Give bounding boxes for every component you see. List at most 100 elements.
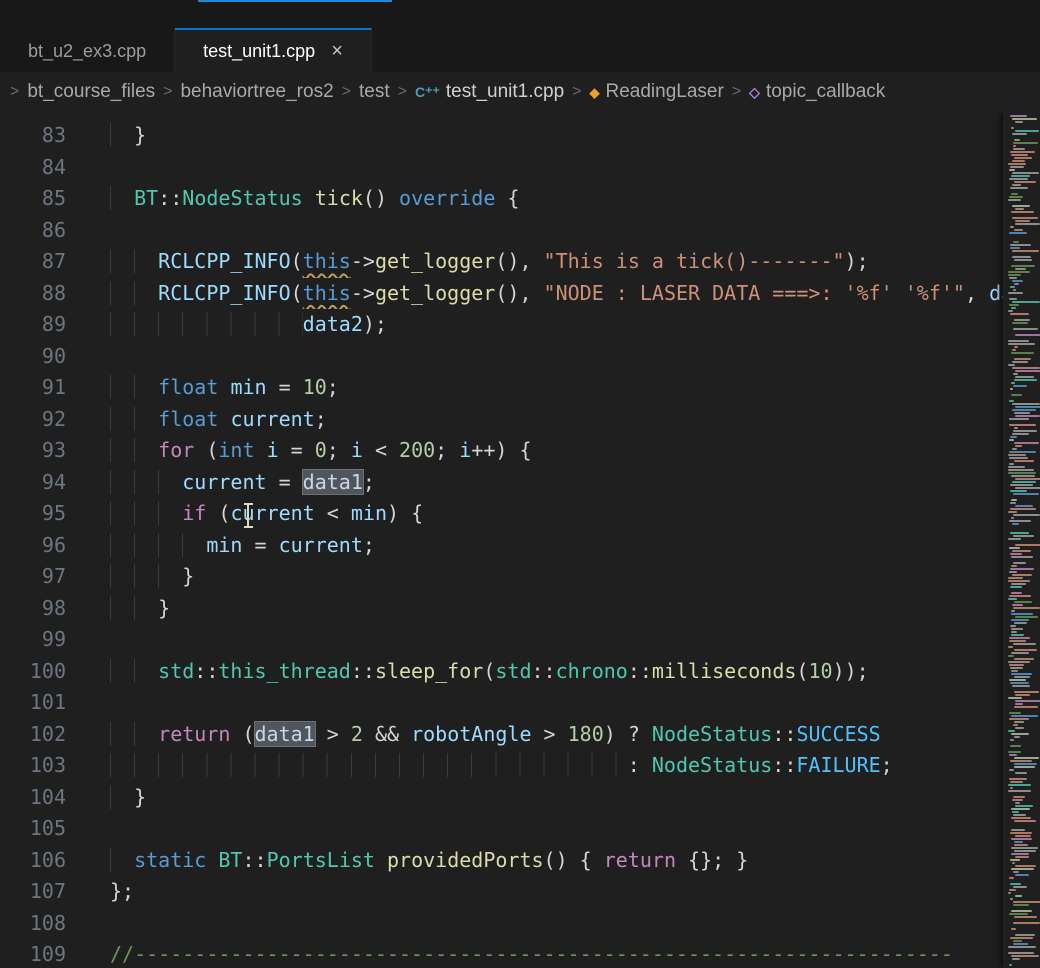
breadcrumb-item-readinglaser[interactable]: ◆ ReadingLaser (590, 81, 724, 103)
code-text: std::this_thread::sleep_for(std::chrono:… (66, 656, 1040, 688)
code-line[interactable]: 87 RCLCPP_INFO(this->get_logger(), "This… (0, 246, 1040, 278)
chevron-right-icon: > (10, 83, 19, 101)
code-text: data2); (66, 309, 1040, 341)
line-number: 91 (0, 372, 66, 404)
code-line[interactable]: 99 (0, 624, 1040, 656)
tab-bt-u2-ex3[interactable]: bt_u2_ex3.cpp (0, 28, 175, 72)
editor[interactable]: 83 }8485 BT::NodeStatus tick() override … (0, 112, 1040, 968)
code-text: static BT::PortsList providedPorts() { r… (66, 845, 1040, 877)
code-text: BT::NodeStatus tick() override { (66, 183, 1040, 215)
text-cursor-pointer (243, 502, 254, 529)
line-number: 94 (0, 467, 66, 499)
code-line[interactable]: 89 data2); (0, 309, 1040, 341)
breadcrumb-item-bt-course-files[interactable]: bt_course_files (27, 81, 155, 103)
code-text (66, 152, 1040, 184)
code-line[interactable]: 88 RCLCPP_INFO(this->get_logger(), "NODE… (0, 278, 1040, 310)
code-text: min = current; (66, 530, 1040, 562)
cpp-file-icon: C⁺⁺ (415, 85, 440, 99)
tab-label: test_unit1.cpp (203, 41, 315, 62)
line-number: 83 (0, 120, 66, 152)
code-text (66, 813, 1040, 845)
breadcrumb-label: topic_callback (766, 81, 885, 103)
code-line[interactable]: 83 } (0, 120, 1040, 152)
code-line[interactable]: 92 float current; (0, 404, 1040, 436)
line-number: 103 (0, 750, 66, 782)
code-line[interactable]: 85 BT::NodeStatus tick() override { (0, 183, 1040, 215)
code-line[interactable]: 107}; (0, 876, 1040, 908)
line-number: 106 (0, 845, 66, 877)
code-line[interactable]: 101 (0, 687, 1040, 719)
code-text: current = data1; (66, 467, 1040, 499)
breadcrumb: > bt_course_files > behaviortree_ros2 > … (0, 72, 1040, 112)
line-number: 108 (0, 908, 66, 940)
code-text (66, 624, 1040, 656)
breadcrumb-item-test[interactable]: test (359, 81, 390, 103)
chevron-right-icon: > (163, 83, 172, 101)
code-line[interactable]: 102 return (data1 > 2 && robotAngle > 18… (0, 719, 1040, 751)
code-text: //--------------------------------------… (66, 939, 1040, 968)
breadcrumb-label: behaviortree_ros2 (180, 81, 333, 103)
code-text (66, 215, 1040, 247)
line-number: 102 (0, 719, 66, 751)
code-line[interactable]: 109//-----------------------------------… (0, 939, 1040, 968)
code-line[interactable]: 97 } (0, 561, 1040, 593)
chevron-right-icon: > (398, 83, 407, 101)
code-text: for (int i = 0; i < 200; i++) { (66, 435, 1040, 467)
code-line[interactable]: 91 float min = 10; (0, 372, 1040, 404)
code-text: return (data1 > 2 && robotAngle > 180) ?… (66, 719, 1040, 751)
code-line[interactable]: 106 static BT::PortsList providedPorts()… (0, 845, 1040, 877)
line-number: 93 (0, 435, 66, 467)
code-text: } (66, 782, 1040, 814)
code-text: RCLCPP_INFO(this->get_logger(), "NODE : … (66, 278, 1040, 310)
line-number: 85 (0, 183, 66, 215)
code-text: float min = 10; (66, 372, 1040, 404)
chevron-right-icon: > (732, 83, 741, 101)
code-line[interactable]: 98 } (0, 593, 1040, 625)
code-text: }; (66, 876, 1040, 908)
line-number: 105 (0, 813, 66, 845)
class-symbol-icon: ◆ (590, 86, 600, 99)
close-icon[interactable]: × (331, 41, 343, 61)
line-number: 84 (0, 152, 66, 184)
code-line[interactable]: 86 (0, 215, 1040, 247)
code-line[interactable]: 94 current = data1; (0, 467, 1040, 499)
code-line[interactable]: 96 min = current; (0, 530, 1040, 562)
line-number: 92 (0, 404, 66, 436)
code-text: if (current < min) { (66, 498, 1040, 530)
line-number: 99 (0, 624, 66, 656)
code-text: } (66, 593, 1040, 625)
line-number: 98 (0, 593, 66, 625)
method-symbol-icon: ◇ (749, 85, 760, 99)
code-line[interactable]: 84 (0, 152, 1040, 184)
breadcrumb-label: ReadingLaser (606, 81, 724, 103)
active-tab-top-accent (198, 0, 392, 2)
code-text: : NodeStatus::FAILURE; (66, 750, 1040, 782)
code-line[interactable]: 93 for (int i = 0; i < 200; i++) { (0, 435, 1040, 467)
line-number: 95 (0, 498, 66, 530)
minimap[interactable] (1003, 112, 1040, 968)
code-line[interactable]: 104 } (0, 782, 1040, 814)
code-line[interactable]: 108 (0, 908, 1040, 940)
code-line[interactable]: 90 (0, 341, 1040, 373)
line-number: 101 (0, 687, 66, 719)
line-number: 86 (0, 215, 66, 247)
code-text: float current; (66, 404, 1040, 436)
code-line[interactable]: 103 : NodeStatus::FAILURE; (0, 750, 1040, 782)
chevron-right-icon: > (342, 83, 351, 101)
tab-test-unit1[interactable]: test_unit1.cpp × (175, 28, 372, 72)
breadcrumb-item-topic-callback[interactable]: ◇ topic_callback (749, 81, 885, 103)
breadcrumb-item-behaviortree-ros2[interactable]: behaviortree_ros2 (180, 81, 333, 103)
line-number: 87 (0, 246, 66, 278)
tab-bar: bt_u2_ex3.cpp test_unit1.cpp × (0, 0, 1040, 72)
breadcrumb-item-test-unit1-cpp[interactable]: C⁺⁺ test_unit1.cpp (415, 81, 564, 103)
line-number: 90 (0, 341, 66, 373)
breadcrumb-label: bt_course_files (27, 81, 155, 103)
line-number: 100 (0, 656, 66, 688)
chevron-right-icon: > (572, 83, 581, 101)
line-number: 107 (0, 876, 66, 908)
code-text (66, 687, 1040, 719)
line-number: 88 (0, 278, 66, 310)
code-line[interactable]: 105 (0, 813, 1040, 845)
code-line[interactable]: 100 std::this_thread::sleep_for(std::chr… (0, 656, 1040, 688)
code-line[interactable]: 95 if (current < min) { (0, 498, 1040, 530)
